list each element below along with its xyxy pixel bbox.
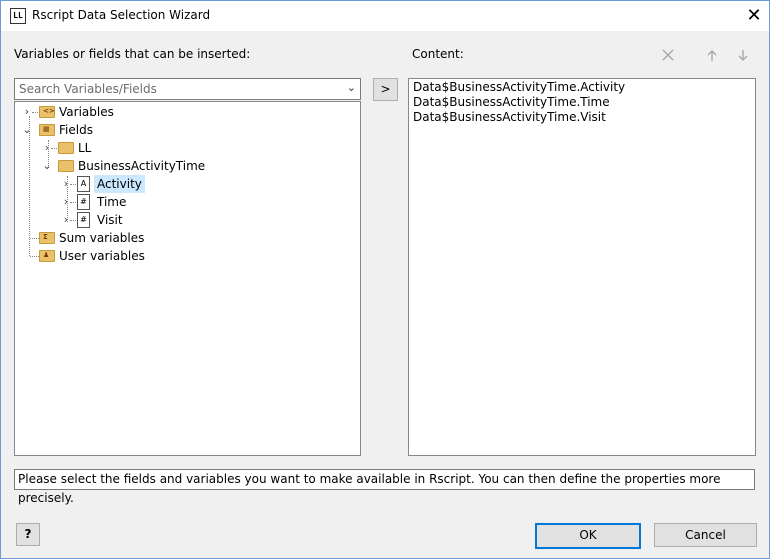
- tree-item-label: Variables: [59, 105, 114, 119]
- tree-connector: [30, 238, 39, 239]
- folder-icon: [58, 142, 74, 154]
- tree-item-label: BusinessActivityTime: [78, 159, 206, 173]
- tree-item-label: Activity: [94, 175, 145, 193]
- tree-connector: [51, 148, 57, 149]
- tree-connector: [70, 202, 76, 203]
- variables-label: Variables or fields that can be inserted…: [14, 47, 251, 61]
- numeric-field-icon: #: [77, 194, 90, 210]
- tree-item-businessactivitytime[interactable]: ⌄ BusinessActivityTime: [15, 157, 355, 175]
- chevron-down-icon[interactable]: ⌄: [22, 121, 32, 139]
- dialog-window: LL Rscript Data Selection Wizard ✕ Varia…: [0, 0, 770, 559]
- tree-connector: [70, 184, 76, 185]
- add-to-content-button[interactable]: >: [373, 78, 398, 101]
- numeric-field-icon: #: [77, 212, 90, 228]
- content-list[interactable]: Data$BusinessActivityTime.Activity Data$…: [408, 78, 756, 456]
- content-item[interactable]: Data$BusinessActivityTime.Activity: [413, 80, 625, 94]
- tree-item-sum-variables[interactable]: Σ Sum variables: [15, 229, 355, 247]
- sum-variables-icon: Σ: [39, 232, 55, 244]
- tree-connector: [70, 220, 76, 221]
- cancel-button[interactable]: Cancel: [654, 523, 757, 547]
- tree-item-time[interactable]: › # Time: [15, 193, 355, 211]
- tree-item-label: Time: [97, 195, 127, 209]
- variables-folder-icon: <>: [39, 106, 55, 118]
- remove-icon[interactable]: [661, 48, 675, 62]
- tree-item-label: Visit: [97, 213, 123, 227]
- tree-item-fields[interactable]: ⌄ ▦ Fields: [15, 121, 355, 139]
- tree-item-label: User variables: [59, 249, 145, 263]
- tree-item-label: LL: [78, 141, 92, 155]
- content-label: Content:: [412, 47, 464, 61]
- tree-item-visit[interactable]: › # Visit: [15, 211, 355, 229]
- tree-item-ll[interactable]: › LL: [15, 139, 355, 157]
- content-item[interactable]: Data$BusinessActivityTime.Time: [413, 95, 610, 109]
- tree-item-label: Fields: [59, 123, 93, 137]
- variables-tree: › <> Variables ⌄ ▦ Fields › LL ⌄ Busines…: [14, 101, 361, 456]
- tree-item-activity[interactable]: › A Activity: [15, 175, 355, 193]
- info-text-box: Please select the fields and variables y…: [14, 469, 755, 505]
- folder-icon: [58, 160, 74, 172]
- content-item[interactable]: Data$BusinessActivityTime.Visit: [413, 110, 606, 124]
- move-up-icon[interactable]: [706, 49, 718, 62]
- fields-folder-icon: ▦: [39, 124, 55, 136]
- user-variables-icon: ♟: [39, 250, 55, 262]
- chevron-right-icon[interactable]: ›: [22, 103, 32, 121]
- ok-button[interactable]: OK: [535, 523, 641, 549]
- tree-item-label: Sum variables: [59, 231, 145, 245]
- tree-item-variables[interactable]: › <> Variables: [15, 103, 355, 121]
- close-button[interactable]: ✕: [739, 3, 769, 29]
- window-title: Rscript Data Selection Wizard: [32, 8, 211, 22]
- chevron-down-icon[interactable]: ⌄: [42, 157, 52, 175]
- tree-item-user-variables[interactable]: ♟ User variables: [15, 247, 355, 265]
- move-down-icon[interactable]: [737, 49, 749, 62]
- help-button[interactable]: ?: [16, 523, 40, 546]
- text-field-icon: A: [77, 176, 90, 192]
- search-field[interactable]: ⌄: [14, 78, 361, 100]
- tree-connector: [30, 256, 39, 257]
- search-input[interactable]: [19, 79, 339, 99]
- info-text: Please select the fields and variables y…: [18, 472, 721, 505]
- app-logo-icon: LL: [10, 8, 26, 24]
- chevron-down-icon[interactable]: ⌄: [347, 81, 356, 94]
- title-bar: LL Rscript Data Selection Wizard ✕: [1, 1, 769, 31]
